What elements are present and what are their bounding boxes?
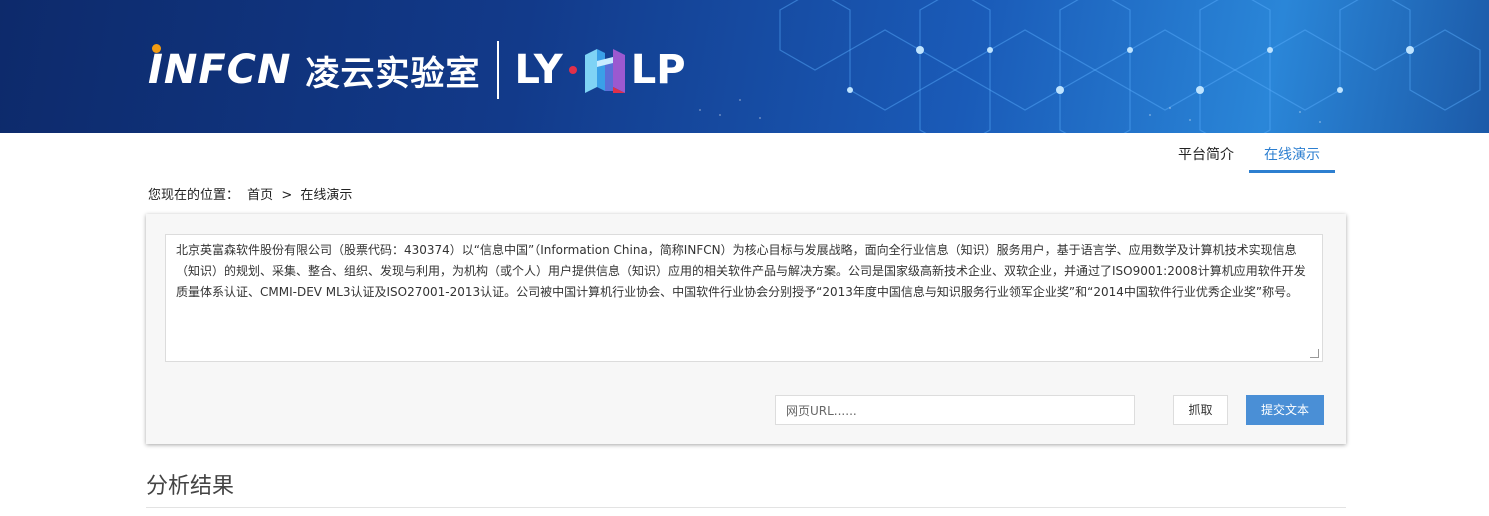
- logo-ly-text: LY: [514, 47, 563, 93]
- logo-infcn-text: INFCN: [148, 47, 292, 93]
- text-input-area[interactable]: 北京英富森软件股份有限公司（股票代码：430374）以“信息中国”（Inform…: [165, 234, 1323, 362]
- nav-platform-intro[interactable]: 平台简介: [1163, 146, 1249, 170]
- submit-text-button[interactable]: 提交文本: [1246, 395, 1324, 425]
- breadcrumb-current: 在线演示: [300, 188, 353, 203]
- resize-handle-icon[interactable]: [1310, 349, 1319, 358]
- breadcrumb: 您现在的位置： 首页 > 在线演示: [148, 184, 356, 203]
- logo-lyhlp: LY LP: [515, 47, 686, 93]
- logo-lp-text: LP: [630, 47, 686, 93]
- results-heading: 分析结果: [146, 474, 235, 499]
- demo-input-panel: 北京英富森软件股份有限公司（股票代码：430374）以“信息中国”（Inform…: [146, 214, 1346, 444]
- breadcrumb-separator: >: [281, 188, 293, 203]
- breadcrumb-prefix: 您现在的位置：: [148, 188, 240, 203]
- nav-online-demo[interactable]: 在线演示: [1249, 146, 1335, 173]
- logo-lab-name: 凌云实验室: [305, 53, 481, 94]
- url-input[interactable]: 网页URL......: [775, 395, 1135, 425]
- logo-divider: [496, 41, 499, 99]
- header-banner: INFCN 凌云实验室 LY LP: [0, 0, 1489, 133]
- site-logo[interactable]: INFCN 凌云实验室 LY LP: [148, 40, 686, 100]
- text-input-content: 北京英富森软件股份有限公司（股票代码：430374）以“信息中国”（Inform…: [176, 243, 1306, 299]
- main-nav: 平台简介 在线演示: [1163, 146, 1335, 173]
- logo-h-block-icon: [584, 49, 625, 93]
- logo-red-dot-icon: [568, 66, 577, 74]
- logo-infcn: INFCN: [148, 44, 292, 93]
- fetch-button[interactable]: 抓取: [1173, 395, 1228, 425]
- results-divider: [146, 507, 1346, 508]
- breadcrumb-home-link[interactable]: 首页: [247, 188, 273, 203]
- logo-dot-icon: [152, 44, 161, 53]
